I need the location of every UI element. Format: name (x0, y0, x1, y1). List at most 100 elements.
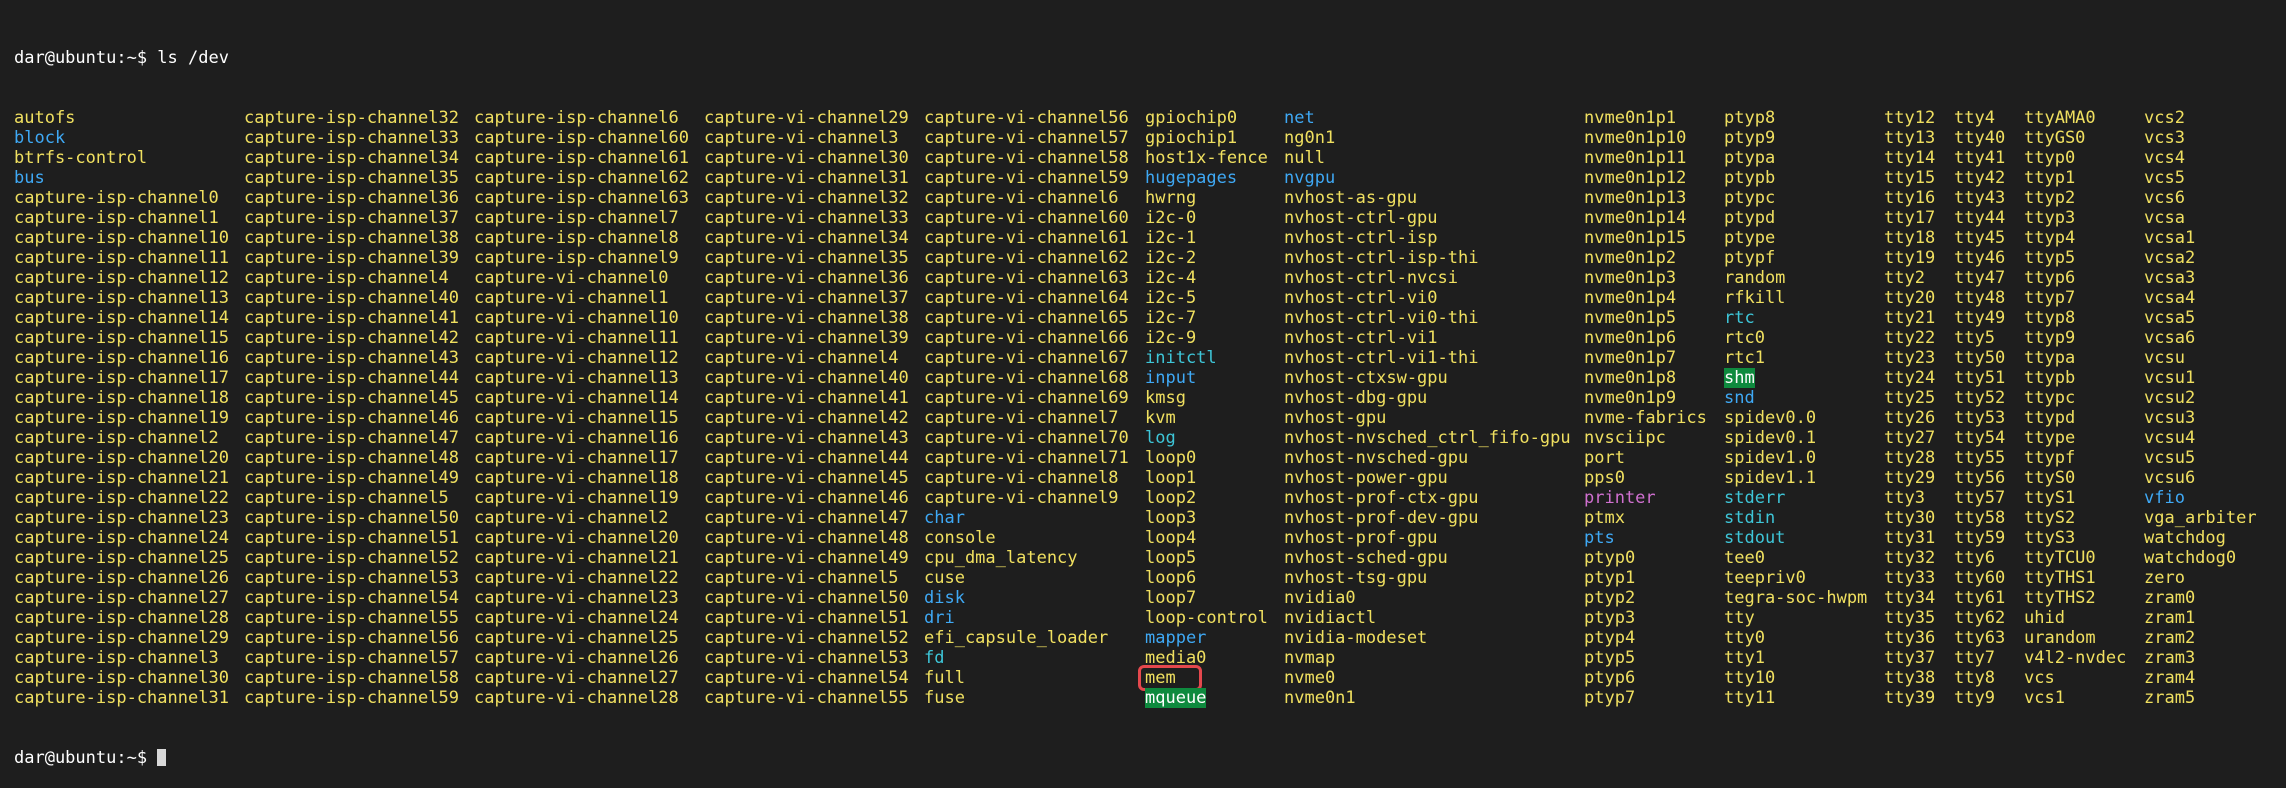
device-name: nvhost-as-gpu (1284, 188, 1418, 208)
ls-entry: char (924, 508, 1129, 528)
ls-entry: capture-isp-channel24 (14, 528, 229, 548)
device-name: tty20 (1884, 288, 1936, 308)
ls-entry: i2c-2 (1145, 248, 1268, 268)
device-name: capture-vi-channel43 (704, 428, 909, 448)
ls-entry: tty (1724, 608, 1867, 628)
device-name: tty46 (1954, 248, 2006, 268)
ls-entry: capture-isp-channel55 (244, 608, 459, 628)
ls-column: capture-isp-channel6 capture-isp-channel6… (474, 108, 689, 708)
device-name: autofs (14, 108, 76, 128)
ls-entry: nvhost-gpu (1284, 408, 1571, 428)
device-name: capture-isp-channel5 (244, 488, 449, 508)
device-name: capture-vi-channel23 (474, 588, 679, 608)
ls-entry: nvme0n1p8 (1584, 368, 1707, 388)
ls-entry: tty17 (1884, 208, 1935, 228)
device-name: capture-isp-channel28 (14, 608, 229, 628)
device-name: capture-vi-channel60 (924, 208, 1129, 228)
device-name: dri (924, 608, 955, 628)
ls-entry: hwrng (1145, 188, 1268, 208)
device-name: capture-isp-channel43 (244, 348, 459, 368)
ls-entry: i2c-0 (1145, 208, 1268, 228)
ls-entry: ptyp0 (1584, 548, 1707, 568)
ls-entry: tty34 (1884, 588, 1935, 608)
ls-entry: capture-isp-channel3 (14, 648, 229, 668)
end-command-line[interactable]: dar@ubuntu:~$ (14, 748, 2286, 768)
ls-entry: capture-isp-channel34 (244, 148, 459, 168)
device-name: ttypf (2024, 448, 2076, 468)
device-name: capture-vi-channel63 (924, 268, 1129, 288)
device-name: capture-isp-channel11 (14, 248, 229, 268)
ls-entry: capture-vi-channel14 (474, 388, 689, 408)
device-name: null (1284, 148, 1325, 168)
device-name: capture-isp-channel21 (14, 468, 229, 488)
ls-entry: capture-vi-channel18 (474, 468, 689, 488)
ls-entry: ptyp2 (1584, 588, 1707, 608)
ls-entry: console (924, 528, 1129, 548)
ls-entry: full (924, 668, 1129, 688)
ls-entry: capture-vi-channel40 (704, 368, 909, 388)
ls-entry: ttyp0 (2024, 148, 2126, 168)
device-name: capture-isp-channel54 (244, 588, 459, 608)
ls-entry: stdout (1724, 528, 1867, 548)
device-name: tty22 (1884, 328, 1936, 348)
device-name: tty33 (1884, 568, 1936, 588)
device-name: btrfs-control (14, 148, 148, 168)
ls-entry: capture-isp-channel61 (474, 148, 689, 168)
ls-entry: capture-isp-channel14 (14, 308, 229, 328)
ls-entry: capture-vi-channel22 (474, 568, 689, 588)
ls-entry: tty45 (1954, 228, 2005, 248)
device-name: capture-vi-channel13 (474, 368, 679, 388)
device-name: capture-vi-channel19 (474, 488, 679, 508)
device-name: nvhost-dbg-gpu (1284, 388, 1428, 408)
ls-entry: i2c-7 (1145, 308, 1268, 328)
ls-entry: capture-isp-channel52 (244, 548, 459, 568)
ls-entry: capture-vi-channel0 (474, 268, 689, 288)
command-text: ls /dev (157, 48, 229, 68)
device-name: capture-isp-channel0 (14, 188, 219, 208)
ls-entry: urandom (2024, 628, 2126, 648)
ls-entry: ptypd (1724, 208, 1867, 228)
device-name: capture-isp-channel23 (14, 508, 229, 528)
ls-entry: capture-isp-channel45 (244, 388, 459, 408)
device-name: capture-vi-channel5 (704, 568, 899, 588)
device-name: nvme0n1p4 (1584, 288, 1677, 308)
device-name: vcsu (2144, 348, 2185, 368)
ls-entry: capture-vi-channel8 (924, 468, 1129, 488)
ls-entry: tty24 (1884, 368, 1935, 388)
device-name: capture-vi-channel8 (924, 468, 1119, 488)
ls-entry: nvme0n1p7 (1584, 348, 1707, 368)
device-name: input (1145, 368, 1197, 388)
device-name: gpiochip0 (1145, 108, 1238, 128)
ls-entry: capture-vi-channel27 (474, 668, 689, 688)
device-name: disk (924, 588, 965, 608)
ls-entry: tty47 (1954, 268, 2005, 288)
device-name: ttyp6 (2024, 268, 2076, 288)
device-name: mqueue (1145, 688, 1207, 708)
device-name: capture-isp-channel36 (244, 188, 459, 208)
device-name: nvmap (1284, 648, 1336, 668)
ls-entry: capture-vi-channel64 (924, 288, 1129, 308)
terminal-window[interactable]: dar@ubuntu:~$ ls /dev autofs block btrfs-c… (0, 0, 2286, 768)
ls-entry: nvhost-prof-dev-gpu (1284, 508, 1571, 528)
device-name: vcsa5 (2144, 308, 2196, 328)
ls-entry: i2c-1 (1145, 228, 1268, 248)
ls-entry: nvhost-ctrl-isp-thi (1284, 248, 1571, 268)
ls-entry: tty36 (1884, 628, 1935, 648)
ls-column: net ng0n1 null nvgpu nvhost-as-gpu nvhost-ctr… (1284, 108, 1571, 708)
device-name: capture-vi-channel1 (474, 288, 669, 308)
ls-entry: vga_arbiter (2144, 508, 2257, 528)
device-name: i2c-0 (1145, 208, 1197, 228)
device-name: capture-isp-channel22 (14, 488, 229, 508)
ls-entry: ttyp8 (2024, 308, 2126, 328)
device-name: vcsu3 (2144, 408, 2196, 428)
ls-entry: tty59 (1954, 528, 2005, 548)
device-name: capture-isp-channel27 (14, 588, 229, 608)
device-name: capture-vi-channel71 (924, 448, 1129, 468)
device-name: capture-vi-channel26 (474, 648, 679, 668)
ls-entry: capture-isp-channel27 (14, 588, 229, 608)
ls-entry: nvhost-ctrl-nvcsi (1284, 268, 1571, 288)
device-name: tty59 (1954, 528, 2006, 548)
device-name: capture-vi-channel10 (474, 308, 679, 328)
ls-entry: capture-isp-channel49 (244, 468, 459, 488)
device-name: ttyp3 (2024, 208, 2076, 228)
